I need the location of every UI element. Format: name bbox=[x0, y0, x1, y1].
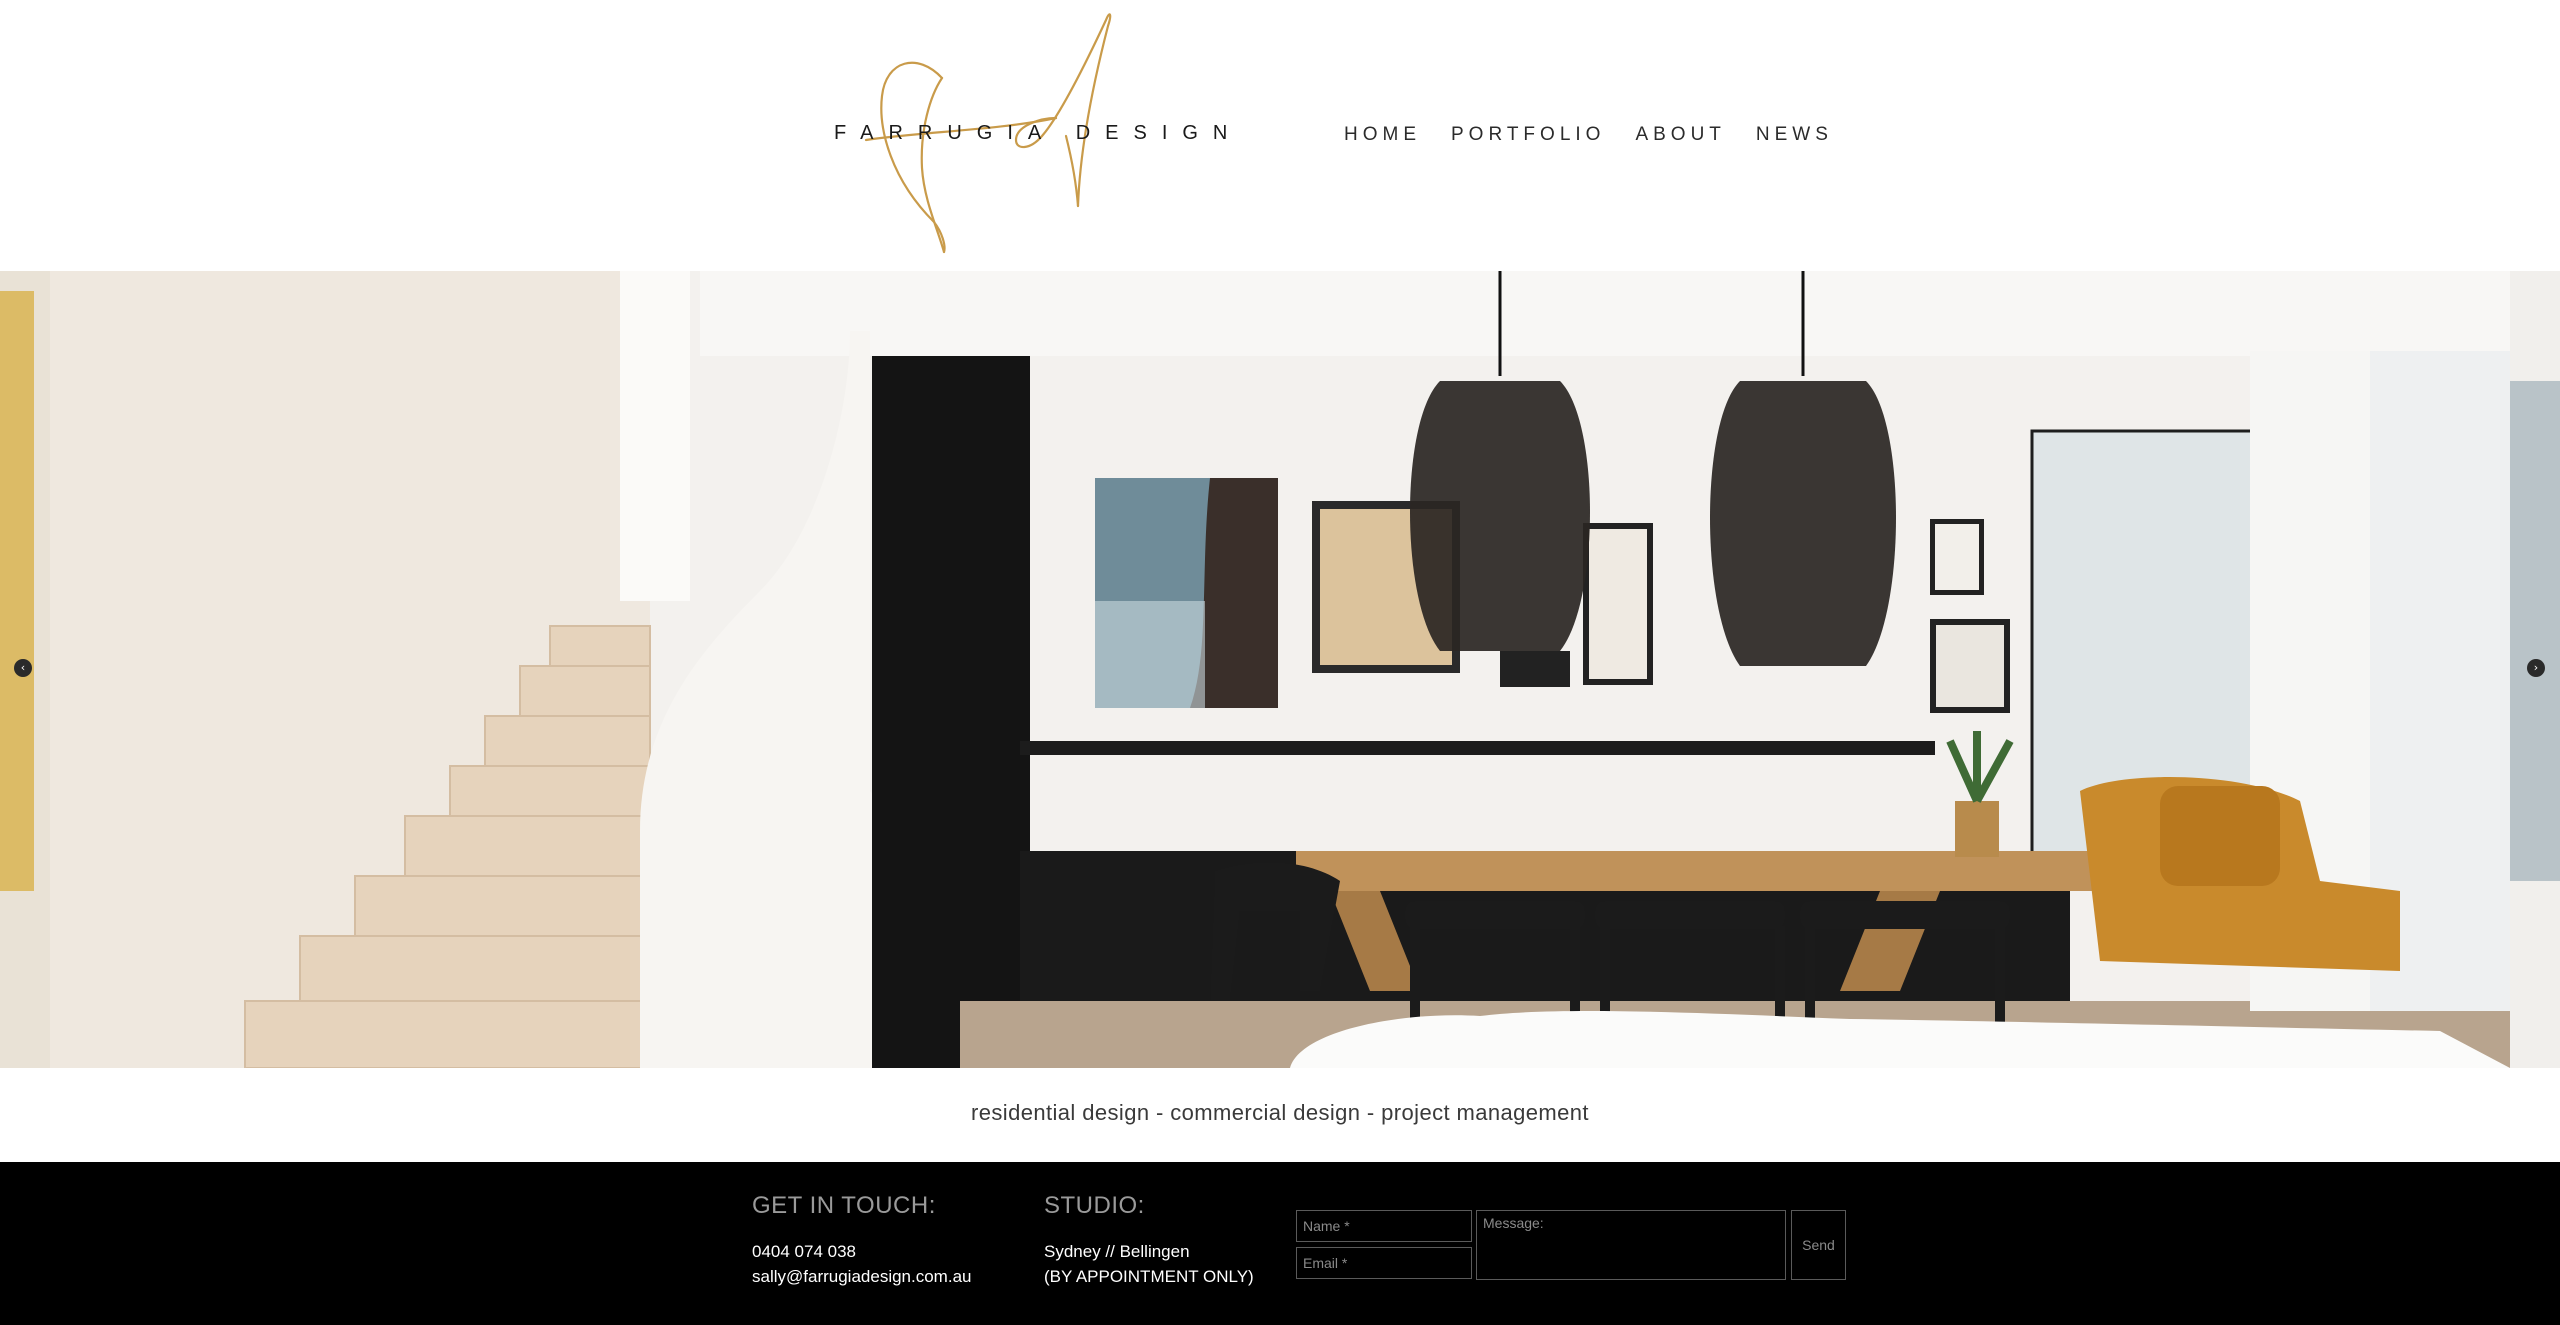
contact-heading: GET IN TOUCH: bbox=[752, 1192, 936, 1219]
site-logo[interactable]: FARRUGIA DESIGN bbox=[830, 0, 1250, 271]
contact-column: GET IN TOUCH: 0404 074 038 sally@farrugi… bbox=[752, 1192, 971, 1289]
nav-about[interactable]: ABOUT bbox=[1635, 120, 1725, 150]
studio-note: (BY APPOINTMENT ONLY) bbox=[1044, 1267, 1254, 1286]
contact-phone[interactable]: 0404 074 038 bbox=[752, 1239, 971, 1264]
site-header: FARRUGIA DESIGN HOME PORTFOLIO ABOUT NEW… bbox=[0, 0, 2560, 271]
nav-home[interactable]: HOME bbox=[1344, 120, 1421, 150]
contact-email[interactable]: sally@farrugiadesign.com.au bbox=[752, 1264, 971, 1289]
site-footer: GET IN TOUCH: 0404 074 038 sally@farrugi… bbox=[0, 1162, 2560, 1325]
studio-heading: STUDIO: bbox=[1044, 1192, 1145, 1219]
email-field[interactable] bbox=[1296, 1247, 1472, 1279]
studio-column: STUDIO: Sydney // Bellingen (BY APPOINTM… bbox=[1044, 1192, 1254, 1289]
services-tagline: residential design - commercial design -… bbox=[971, 1100, 1589, 1125]
slider-prev-button[interactable]: ‹ bbox=[14, 659, 32, 677]
logo-wordmark: FARRUGIA DESIGN bbox=[834, 122, 1243, 144]
nav-news[interactable]: NEWS bbox=[1756, 120, 1833, 150]
name-field[interactable] bbox=[1296, 1210, 1472, 1242]
message-field[interactable] bbox=[1476, 1210, 1786, 1280]
main-nav: HOME PORTFOLIO ABOUT NEWS bbox=[1344, 120, 1863, 150]
hero-slider: ‹ › bbox=[0, 271, 2560, 1068]
slider-next-button[interactable]: › bbox=[2527, 659, 2545, 677]
studio-location: Sydney // Bellingen bbox=[1044, 1242, 1190, 1261]
hero-interior-photo bbox=[0, 271, 2560, 1068]
send-button[interactable]: Send bbox=[1791, 1210, 1846, 1280]
nav-portfolio[interactable]: PORTFOLIO bbox=[1451, 120, 1605, 150]
